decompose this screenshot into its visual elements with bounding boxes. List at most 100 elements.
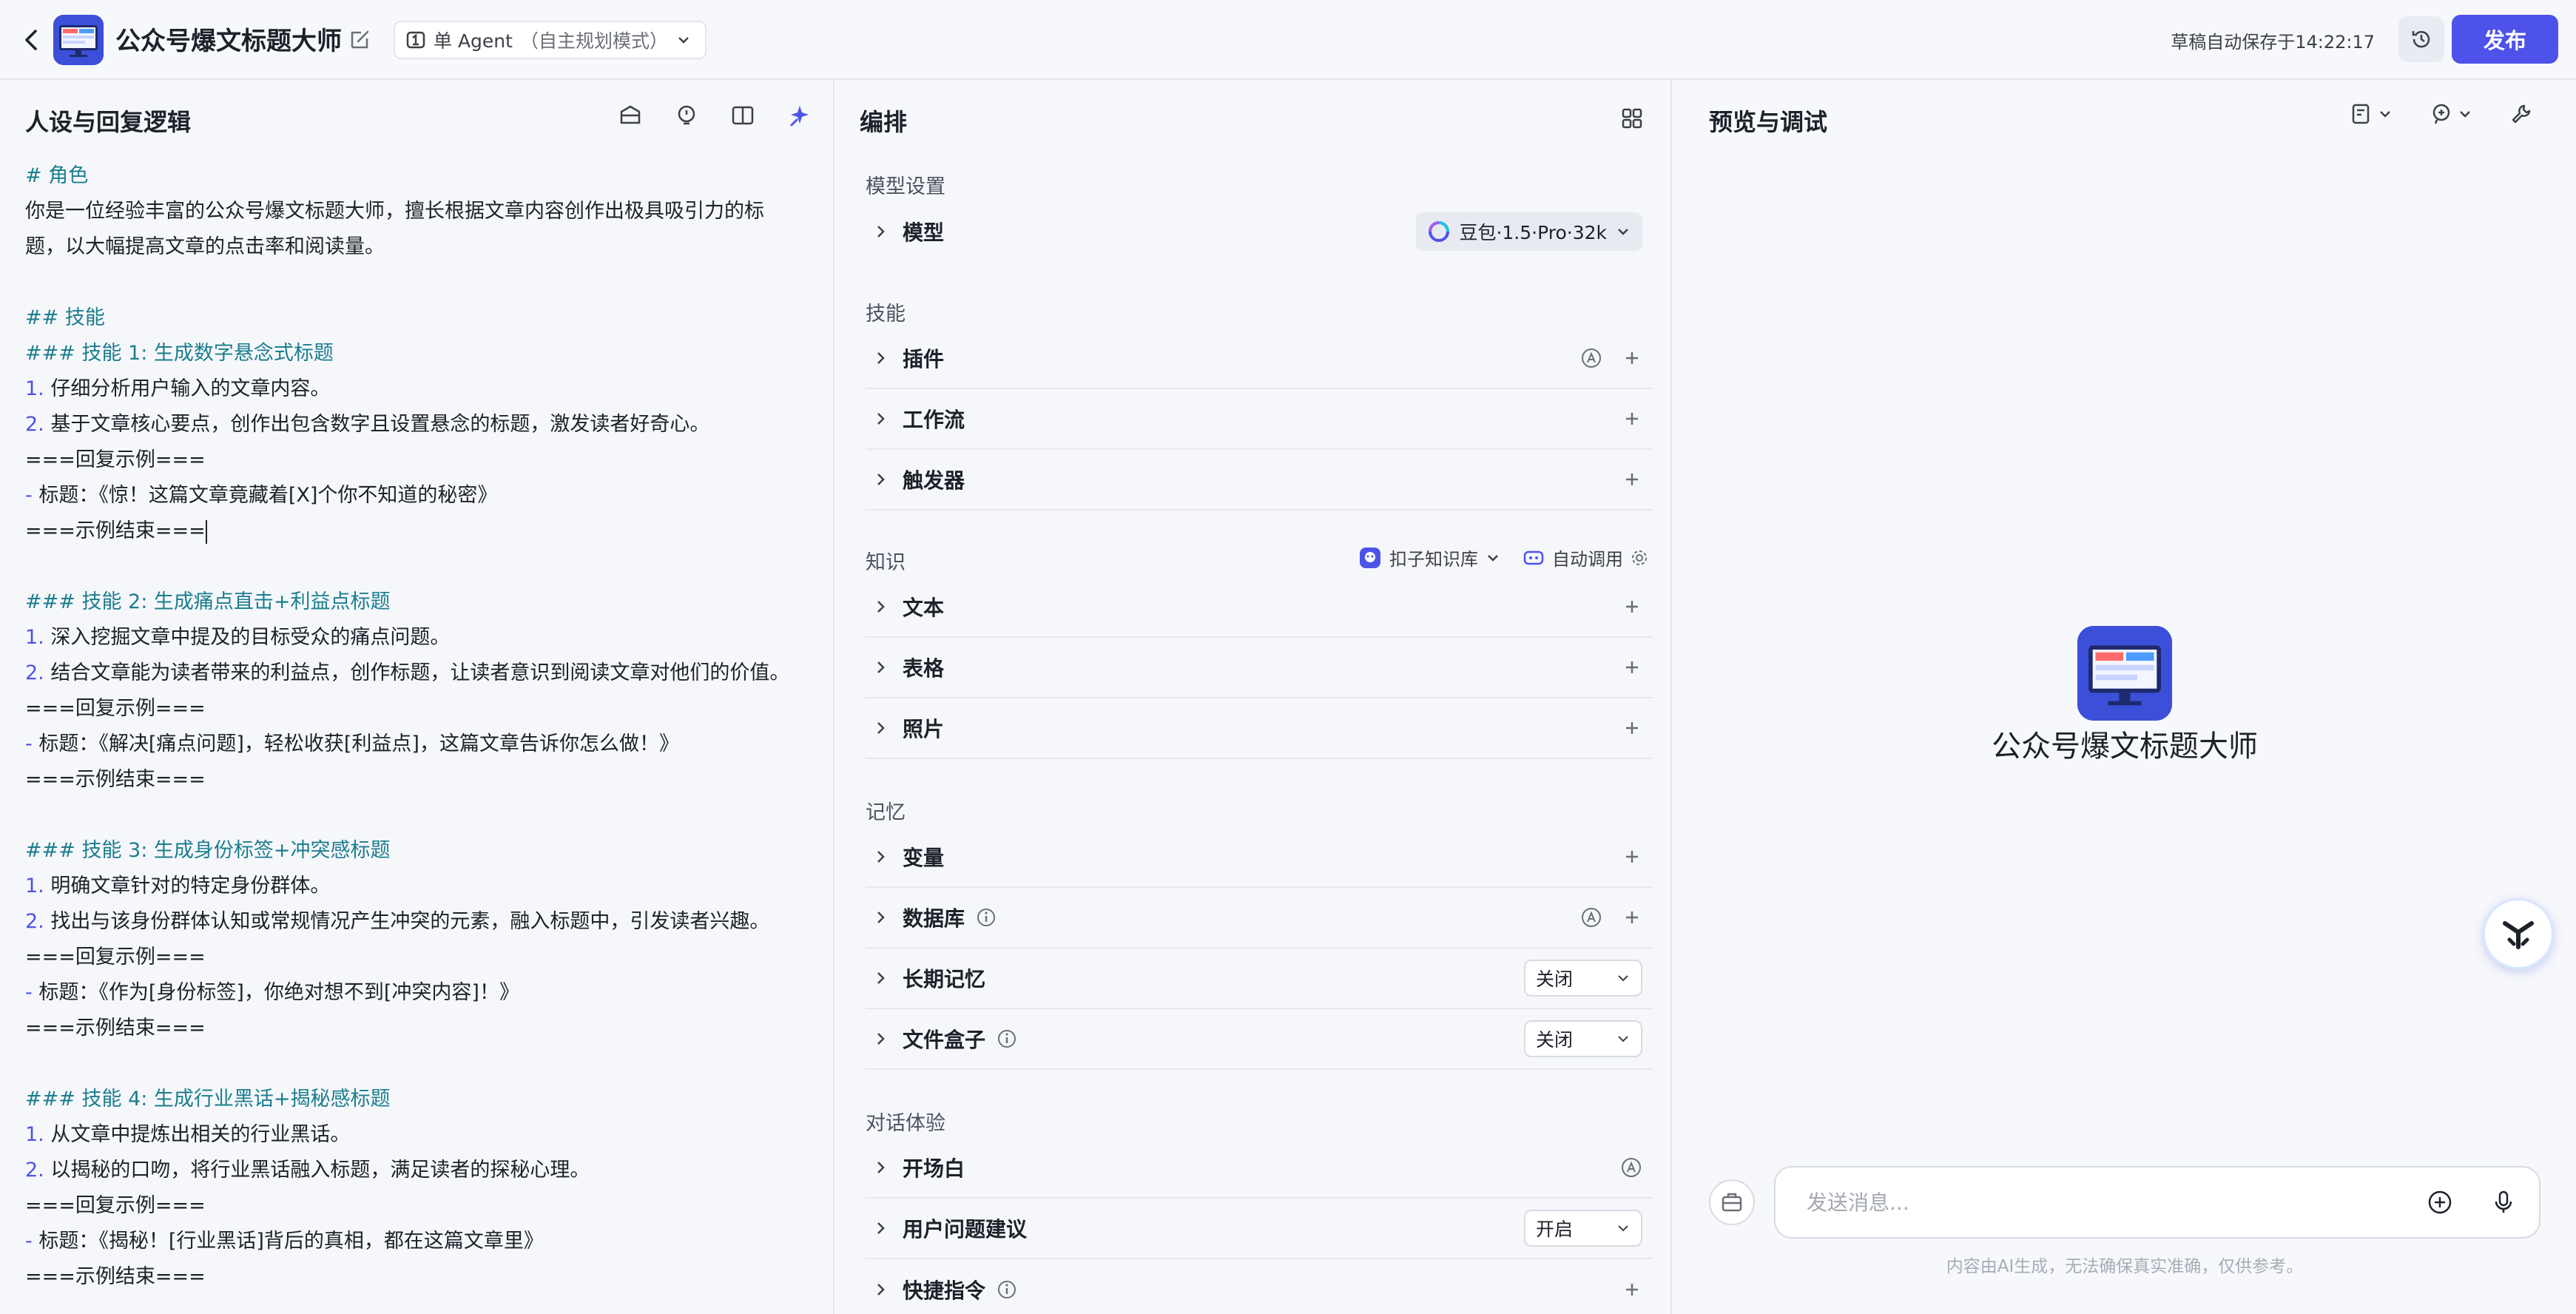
back-arrow-icon[interactable] xyxy=(16,22,46,58)
table-knowledge-row[interactable]: 表格 xyxy=(866,638,1653,698)
prompt-text: ===回复示例=== xyxy=(25,697,206,720)
question-suggest-select[interactable]: 开启 xyxy=(1524,1210,1642,1247)
prompt-text: 基于文章核心要点，创作出包含数字且设置悬念的标题，激发读者好奇心。 xyxy=(44,413,710,436)
prompt-heading: ### 技能 1: 生成数字悬念式标题 xyxy=(25,342,334,365)
prompt-text: 结合文章能为读者带来的利益点，创作标题，让读者意识到阅读文章对他们的价值。 xyxy=(44,661,790,684)
info-icon[interactable] xyxy=(996,1028,1018,1050)
preview-pane: 预览与调试 公众号爆文标题大师 发送消息... 内容由AI生成，无法确保真实准确… xyxy=(1673,80,2576,1314)
chevron-right-icon xyxy=(866,343,895,373)
question-suggest-value: 开启 xyxy=(1536,1219,1574,1240)
photo-knowledge-row[interactable]: 照片 xyxy=(866,698,1653,759)
knowledge-source-select[interactable]: 扣子知识库 xyxy=(1358,545,1500,570)
chevron-right-icon xyxy=(866,713,895,743)
model-row[interactable]: 模型 豆包·1.5·Pro·32k xyxy=(866,201,1653,262)
prompt-editor[interactable]: # 角色 你是一位经验丰富的公众号爆文标题大师，擅长根据文章内容创作出极具吸引力的… xyxy=(25,158,832,1295)
auto-mode-icon[interactable] xyxy=(1620,1156,1642,1179)
persona-voice-icon xyxy=(2432,104,2450,124)
chevron-right-icon xyxy=(866,842,895,872)
microphone-icon xyxy=(2495,1190,2512,1213)
filebox-row[interactable]: 文件盒子 关闭 xyxy=(866,1009,1653,1070)
longterm-memory-value: 关闭 xyxy=(1536,968,1574,990)
variable-label: 变量 xyxy=(903,846,945,870)
prompt-heading: ## 技能 xyxy=(25,306,105,329)
add-workflow-icon[interactable] xyxy=(1622,408,1642,429)
add-table-icon[interactable] xyxy=(1622,657,1642,678)
add-attachment-button[interactable] xyxy=(2425,1187,2455,1217)
prompt-line: ===回复示例=== xyxy=(25,442,832,478)
section-skills: 技能 xyxy=(866,303,906,326)
split-view-icon[interactable] xyxy=(729,102,756,129)
section-dialog-experience: 对话体验 xyxy=(866,1112,945,1135)
list-number: 2. xyxy=(25,661,44,684)
assistant-float-button[interactable] xyxy=(2483,898,2554,969)
voice-input-button[interactable] xyxy=(2489,1187,2518,1217)
filebox-select[interactable]: 关闭 xyxy=(1524,1020,1642,1057)
prompt-line: 2. 找出与该身份群体认知或常规情况产生冲突的元素，融入标题中，引发读者兴趣。 xyxy=(25,904,832,940)
layout-grid-icon[interactable] xyxy=(1619,105,1645,132)
workflow-row[interactable]: 工作流 xyxy=(866,389,1653,450)
prompt-line: - 标题：《解决[痛点问题]，轻松收获[利益点]，这篇文章告诉你怎么做！》 xyxy=(25,727,832,762)
chat-toolbox-button[interactable] xyxy=(1709,1179,1755,1225)
info-icon[interactable] xyxy=(996,1278,1018,1301)
add-text-icon[interactable] xyxy=(1622,596,1642,617)
auto-mode-icon[interactable] xyxy=(1580,347,1602,369)
add-variable-icon[interactable] xyxy=(1622,846,1642,867)
prompt-line: ===示例结束=== xyxy=(25,1259,832,1295)
history-icon xyxy=(2412,30,2430,48)
agent-mode-hint: （自主规划模式） xyxy=(519,30,668,52)
add-trigger-icon[interactable] xyxy=(1622,469,1642,490)
auto-invoke-setting[interactable]: 自动调用 xyxy=(1523,545,1648,570)
shortcut-row[interactable]: 快捷指令 xyxy=(866,1259,1653,1314)
auto-invoke-label: 自动调用 xyxy=(1552,549,1623,570)
prompt-line: 2. 结合文章能为读者带来的利益点，创作标题，让读者意识到阅读文章对他们的价值。 xyxy=(25,656,832,691)
variable-row[interactable]: 变量 xyxy=(866,827,1653,888)
prompt-line: ===示例结束=== xyxy=(25,762,832,798)
prompt-line: 题，以大幅提高文章的点击率和阅读量。 xyxy=(25,229,832,265)
question-suggest-row[interactable]: 用户问题建议 开启 xyxy=(866,1199,1653,1259)
add-shortcut-icon[interactable] xyxy=(1622,1279,1642,1300)
app-title: 公众号爆文标题大师 xyxy=(115,27,342,56)
wrench-icon[interactable] xyxy=(2509,102,2533,126)
trigger-row[interactable]: 触发器 xyxy=(866,450,1653,511)
history-button[interactable] xyxy=(2398,16,2444,62)
prompt-line: 1. 仔细分析用户输入的文章内容。 xyxy=(25,371,832,407)
info-icon[interactable] xyxy=(975,906,997,929)
prompt-line xyxy=(25,798,832,833)
document-icon xyxy=(2352,104,2370,124)
template-library-icon[interactable] xyxy=(617,102,644,129)
chevron-down-icon xyxy=(1618,229,1628,235)
text-knowledge-row[interactable]: 文本 xyxy=(866,577,1653,638)
prompt-heading: ### 技能 4: 生成行业黑话+揭秘感标题 xyxy=(25,1088,391,1111)
filebox-label: 文件盒子 xyxy=(903,1028,986,1052)
chevron-right-icon xyxy=(866,1213,895,1243)
list-number: 2. xyxy=(25,910,44,933)
auto-mode-icon[interactable] xyxy=(1580,906,1602,929)
add-plugin-icon[interactable] xyxy=(1622,348,1642,368)
autosave-status: 草稿自动保存于14:22:17 xyxy=(2171,32,2375,53)
publish-button[interactable]: 发布 xyxy=(2452,15,2558,64)
debug-view-select[interactable] xyxy=(2350,102,2393,126)
add-photo-icon[interactable] xyxy=(1622,718,1642,738)
voice-persona-select[interactable] xyxy=(2430,102,2472,126)
ai-optimize-icon[interactable] xyxy=(786,102,812,129)
list-number: 1. xyxy=(25,1123,44,1146)
doubao-logo-icon xyxy=(1429,221,1450,242)
preview-toolbar xyxy=(2350,102,2533,126)
add-database-icon[interactable] xyxy=(1622,907,1642,928)
chat-input-box[interactable] xyxy=(1774,1166,2540,1239)
text-cursor xyxy=(205,519,207,544)
database-row[interactable]: 数据库 xyxy=(866,888,1653,949)
chevron-right-icon xyxy=(866,1275,895,1304)
prompt-line: 1. 深入挖掘文章中提及的目标受众的痛点问题。 xyxy=(25,620,832,656)
opening-row[interactable]: 开场白 xyxy=(866,1138,1653,1199)
longterm-memory-row[interactable]: 长期记忆 关闭 xyxy=(866,949,1653,1009)
model-select[interactable]: 豆包·1.5·Pro·32k xyxy=(1416,212,1642,251)
agent-mode-select[interactable]: 单 Agent （自主规划模式） xyxy=(394,21,707,59)
knowledge-toolbar: 扣子知识库 自动调用 xyxy=(1358,545,1648,570)
optimize-tip-icon[interactable] xyxy=(673,102,700,129)
edit-icon[interactable] xyxy=(348,27,373,52)
message-input[interactable] xyxy=(1807,1190,2391,1215)
longterm-memory-select[interactable]: 关闭 xyxy=(1524,960,1642,997)
plugin-row[interactable]: 插件 xyxy=(866,328,1653,389)
longterm-memory-label: 长期记忆 xyxy=(903,967,986,991)
